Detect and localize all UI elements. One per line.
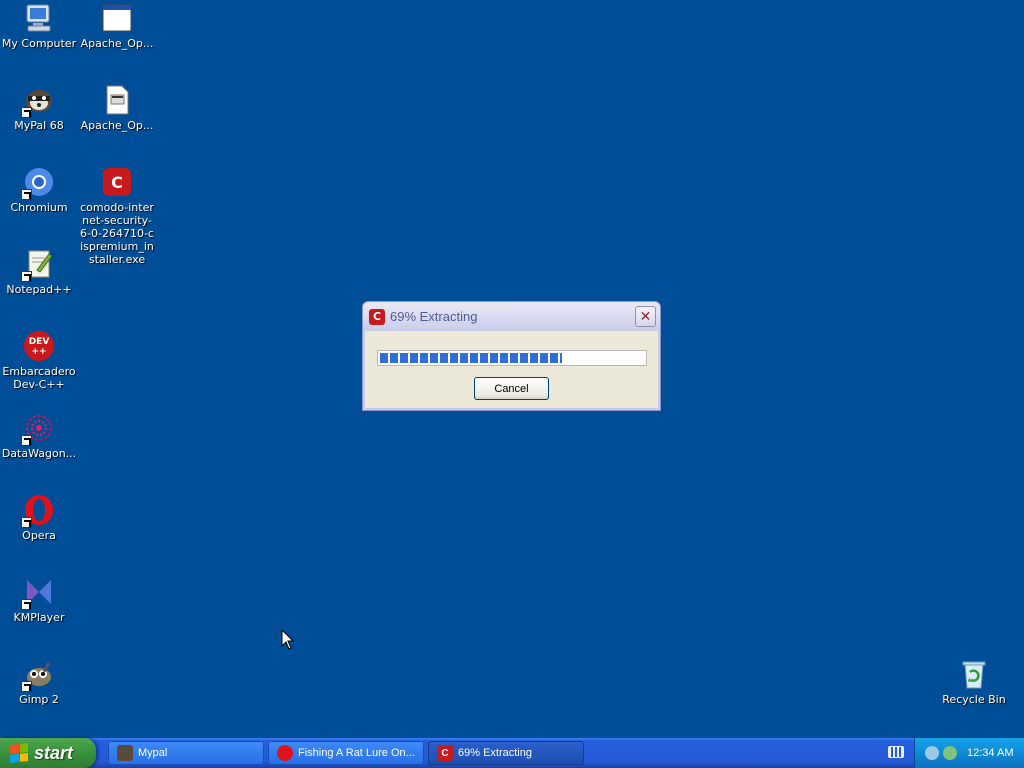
svg-text:++: ++ bbox=[31, 347, 46, 357]
taskbar-item-extracting[interactable]: C 69% Extracting bbox=[428, 741, 584, 765]
comodo-icon: C bbox=[101, 166, 133, 198]
desktop-icon-label: Gimp 2 bbox=[19, 693, 59, 706]
opera-icon bbox=[277, 745, 293, 761]
desktop-icon-label: Opera bbox=[22, 529, 56, 542]
desktop-icon-label: Embarcadero Dev-C++ bbox=[2, 365, 76, 391]
desktop-icon-mypal[interactable]: MyPal 68 bbox=[0, 84, 78, 132]
desktop-icon-label: MyPal 68 bbox=[14, 119, 64, 132]
dialog-titlebar[interactable]: C 69% Extracting ✕ bbox=[363, 302, 660, 331]
security-shield-icon[interactable] bbox=[943, 746, 957, 760]
desktop-icon-label: DataWagon... bbox=[1, 447, 77, 460]
shortcut-arrow-icon bbox=[21, 271, 32, 282]
desktop-icon-label: My Computer bbox=[1, 37, 77, 50]
taskbar: start Mypal Fishing A Rat Lure On... C 6… bbox=[0, 738, 1024, 768]
shortcut-arrow-icon bbox=[21, 107, 32, 118]
taskbar-item-label: 69% Extracting bbox=[458, 747, 532, 759]
system-tray: 12:34 AM bbox=[914, 738, 1024, 768]
mypal-icon bbox=[21, 84, 55, 118]
desktop-icon-label: Recycle Bin bbox=[942, 693, 1006, 706]
mypal-icon bbox=[117, 745, 133, 761]
mouse-cursor-icon bbox=[281, 628, 295, 654]
desktop-icon-opera[interactable]: Opera bbox=[0, 494, 78, 542]
start-button[interactable]: start bbox=[0, 738, 96, 768]
opera-icon bbox=[21, 494, 55, 528]
desktop-icon-apache-app[interactable]: Apache_Op... bbox=[78, 2, 156, 50]
desktop-icon-my-computer[interactable]: My Computer bbox=[0, 2, 78, 50]
desktop-icon-gimp[interactable]: Gimp 2 bbox=[0, 658, 78, 706]
desktop-icon-devcpp[interactable]: DEV ++ Embarcadero Dev-C++ bbox=[0, 330, 78, 391]
start-label: start bbox=[34, 742, 74, 763]
kmplayer-icon bbox=[21, 576, 55, 610]
cancel-button[interactable]: Cancel bbox=[474, 377, 549, 400]
svg-text:DEV: DEV bbox=[29, 337, 50, 347]
taskbar-item-mypal[interactable]: Mypal bbox=[108, 741, 264, 765]
desktop-icon-label: comodo-internet-security-6-0-264710-cisp… bbox=[80, 201, 154, 266]
taskbar-item-opera[interactable]: Fishing A Rat Lure On... bbox=[268, 741, 424, 765]
application-window-icon bbox=[101, 2, 133, 34]
chromium-icon bbox=[21, 166, 55, 200]
desktop-icon-label: Apache_Op... bbox=[80, 37, 154, 50]
desktop-icon-label: KMPlayer bbox=[13, 611, 65, 624]
desktop-icon-label: Apache_Op... bbox=[80, 119, 154, 132]
document-icon bbox=[101, 84, 133, 116]
taskbar-item-label: Mypal bbox=[138, 747, 168, 759]
desktop-icon-apache-doc[interactable]: Apache_Op... bbox=[78, 84, 156, 132]
desktop-icon-label: Notepad++ bbox=[6, 283, 72, 296]
notepadpp-icon bbox=[21, 248, 55, 282]
recycle-bin-icon bbox=[958, 658, 990, 690]
shortcut-arrow-icon bbox=[21, 435, 32, 446]
datawagon-icon bbox=[21, 412, 55, 446]
comodo-icon: C bbox=[437, 745, 453, 761]
gimp-icon bbox=[21, 658, 55, 692]
extracting-dialog: C 69% Extracting ✕ Cancel bbox=[362, 301, 661, 411]
desktop-icon-comodo-installer[interactable]: C comodo-internet-security-6-0-264710-ci… bbox=[78, 166, 156, 266]
devcpp-icon: DEV ++ bbox=[23, 330, 55, 362]
extraction-progress-bar bbox=[377, 350, 647, 366]
clock[interactable]: 12:34 AM bbox=[967, 747, 1013, 759]
dialog-title: 69% Extracting bbox=[390, 309, 478, 324]
shortcut-arrow-icon bbox=[21, 681, 32, 692]
close-button[interactable]: ✕ bbox=[635, 306, 656, 327]
shortcut-arrow-icon bbox=[21, 517, 32, 528]
comodo-icon: C bbox=[369, 308, 385, 325]
progress-fill bbox=[380, 353, 563, 363]
desktop-icon-chromium[interactable]: Chromium bbox=[0, 166, 78, 214]
desktop-icon-notepadpp[interactable]: Notepad++ bbox=[0, 248, 78, 296]
network-icon[interactable] bbox=[925, 746, 939, 760]
taskbar-item-label: Fishing A Rat Lure On... bbox=[298, 747, 415, 759]
shortcut-arrow-icon bbox=[21, 599, 32, 610]
shortcut-arrow-icon bbox=[21, 189, 32, 200]
desktop-icon-recycle-bin[interactable]: Recycle Bin bbox=[935, 658, 1013, 706]
windows-logo-icon bbox=[10, 743, 28, 763]
desktop-icon-kmplayer[interactable]: KMPlayer bbox=[0, 576, 78, 624]
my-computer-icon bbox=[23, 2, 55, 34]
svg-text:C: C bbox=[111, 173, 123, 192]
close-icon: ✕ bbox=[639, 308, 652, 325]
desktop-icon-label: Chromium bbox=[10, 201, 68, 214]
desktop-icon-datawagon[interactable]: DataWagon... bbox=[0, 412, 78, 460]
keyboard-icon[interactable] bbox=[888, 746, 904, 758]
